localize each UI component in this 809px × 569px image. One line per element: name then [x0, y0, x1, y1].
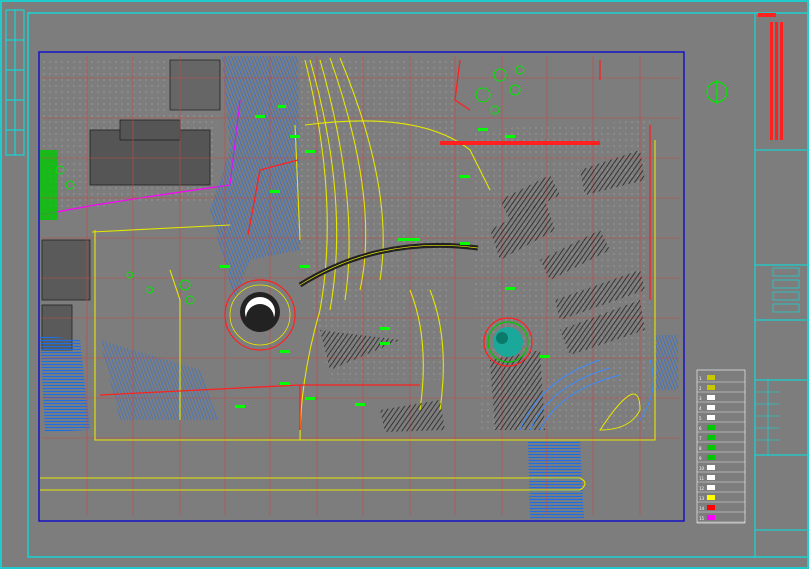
- legend-row-number: 15: [699, 516, 705, 521]
- legend-swatch: [707, 445, 715, 450]
- green-strip: [40, 150, 58, 220]
- legend-swatch: [707, 515, 715, 520]
- sheet-rows: [755, 380, 780, 455]
- legend-row-number: 13: [699, 496, 705, 501]
- legend-swatch: [707, 385, 715, 390]
- cad-drawing-sheet: 1 2 3 4 5 6 7 8 9 10 11 12 13 14 15: [0, 0, 809, 569]
- legend-swatch: [707, 405, 715, 410]
- legend-row-number: 11: [699, 476, 705, 481]
- legend-row-number: 14: [699, 506, 705, 511]
- title-text-bars: [770, 22, 783, 140]
- binding-strip: [5, 9, 25, 156]
- legend-swatch: [707, 505, 715, 510]
- legend-row-number: 10: [699, 466, 705, 471]
- legend-swatch: [707, 475, 715, 480]
- legend-swatch: [707, 495, 715, 500]
- legend-swatch: [707, 465, 715, 470]
- north-arrow: [706, 80, 728, 104]
- legend-swatch: [707, 485, 715, 490]
- legend: 123456789101112131415: [696, 369, 746, 524]
- legend-swatch: [707, 425, 715, 430]
- legend-row-number: 12: [699, 486, 705, 491]
- legend-swatch: [707, 455, 715, 460]
- legend-swatch: [707, 375, 715, 380]
- legend-swatch: [707, 435, 715, 440]
- title-accent: [758, 13, 776, 17]
- legend-swatch: [707, 415, 715, 420]
- site-plan-drawing: 123456789101112131415: [0, 0, 809, 569]
- title-fields: [772, 267, 800, 313]
- legend-swatch: [707, 395, 715, 400]
